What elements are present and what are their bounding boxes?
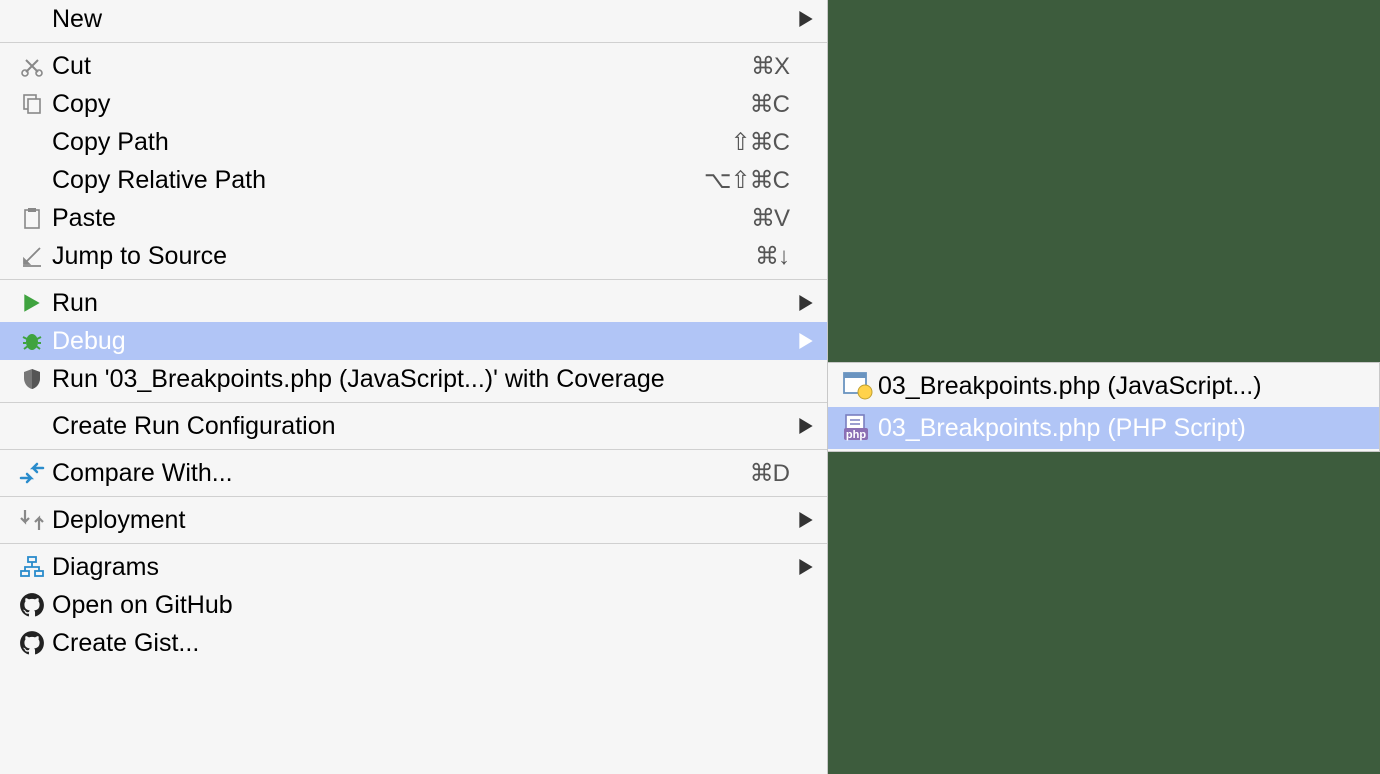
github-icon — [12, 630, 52, 656]
edit-icon — [12, 244, 52, 268]
submenu-arrow-icon — [789, 295, 813, 311]
browser-js-icon — [838, 372, 878, 400]
submenu-arrow-icon — [789, 333, 813, 349]
menu-item-debug[interactable]: Debug — [0, 322, 827, 360]
menu-item-copy-path[interactable]: Copy Path ⇧⌘C — [0, 123, 827, 161]
menu-item-label: New — [52, 5, 789, 34]
copy-icon — [12, 92, 52, 116]
menu-item-shortcut: ⌥⇧⌘C — [704, 166, 789, 195]
menu-item-label: Diagrams — [52, 553, 789, 582]
menu-item-new[interactable]: New — [0, 0, 827, 38]
submenu-arrow-icon — [789, 512, 813, 528]
cut-icon — [12, 54, 52, 78]
menu-separator — [0, 38, 827, 47]
menu-item-diagrams[interactable]: Diagrams — [0, 548, 827, 586]
menu-item-label: Copy Path — [52, 128, 723, 157]
menu-item-cut[interactable]: Cut ⌘X — [0, 47, 827, 85]
debug-icon — [12, 329, 52, 353]
menu-separator — [0, 539, 827, 548]
menu-item-label: Run — [52, 289, 789, 318]
menu-separator — [0, 398, 827, 407]
debug-submenu: 03_Breakpoints.php (JavaScript...) php 0… — [828, 362, 1380, 452]
submenu-arrow-icon — [789, 559, 813, 575]
github-icon — [12, 592, 52, 618]
paste-icon — [12, 206, 52, 230]
menu-item-run-with-coverage[interactable]: Run '03_Breakpoints.php (JavaScript...)'… — [0, 360, 827, 398]
menu-item-shortcut: ⌘C — [750, 90, 789, 119]
menu-item-label: Create Gist... — [52, 629, 789, 658]
compare-icon — [12, 462, 52, 484]
menu-item-label: Copy Relative Path — [52, 166, 696, 195]
menu-item-label: Deployment — [52, 506, 789, 535]
menu-item-label: Copy — [52, 90, 742, 119]
menu-item-label: Compare With... — [52, 459, 742, 488]
submenu-arrow-icon — [789, 418, 813, 434]
menu-item-label: Run '03_Breakpoints.php (JavaScript...)'… — [52, 365, 789, 394]
submenu-item-label: 03_Breakpoints.php (PHP Script) — [878, 414, 1365, 443]
menu-item-copy-relative-path[interactable]: Copy Relative Path ⌥⇧⌘C — [0, 161, 827, 199]
menu-item-paste[interactable]: Paste ⌘V — [0, 199, 827, 237]
menu-item-shortcut: ⌘V — [751, 204, 789, 233]
menu-item-jump-to-source[interactable]: Jump to Source ⌘↓ — [0, 237, 827, 275]
menu-item-shortcut: ⇧⌘C — [731, 128, 789, 157]
menu-item-label: Jump to Source — [52, 242, 747, 271]
context-menu: New Cut ⌘X Copy ⌘C Copy Path ⇧⌘C Copy Re… — [0, 0, 828, 774]
menu-item-label: Create Run Configuration — [52, 412, 789, 441]
menu-item-shortcut: ⌘↓ — [755, 242, 789, 271]
menu-separator — [0, 275, 827, 284]
menu-item-compare-with[interactable]: Compare With... ⌘D — [0, 454, 827, 492]
deployment-icon — [12, 508, 52, 532]
menu-item-label: Open on GitHub — [52, 591, 789, 620]
menu-item-create-gist[interactable]: Create Gist... — [0, 624, 827, 662]
menu-item-open-on-github[interactable]: Open on GitHub — [0, 586, 827, 624]
menu-item-deployment[interactable]: Deployment — [0, 501, 827, 539]
diagrams-icon — [12, 555, 52, 579]
run-icon — [12, 292, 52, 314]
svg-text:php: php — [846, 429, 866, 441]
menu-item-shortcut: ⌘X — [751, 52, 789, 81]
submenu-item-php-config[interactable]: php 03_Breakpoints.php (PHP Script) — [828, 407, 1379, 449]
menu-item-label: Paste — [52, 204, 743, 233]
menu-item-copy[interactable]: Copy ⌘C — [0, 85, 827, 123]
menu-item-create-run-configuration[interactable]: Create Run Configuration — [0, 407, 827, 445]
php-file-icon: php — [838, 414, 878, 442]
menu-item-shortcut: ⌘D — [750, 459, 789, 488]
menu-item-label: Cut — [52, 52, 743, 81]
submenu-arrow-icon — [789, 11, 813, 27]
menu-separator — [0, 445, 827, 454]
submenu-item-label: 03_Breakpoints.php (JavaScript...) — [878, 372, 1365, 401]
menu-item-label: Debug — [52, 327, 789, 356]
menu-item-run[interactable]: Run — [0, 284, 827, 322]
coverage-icon — [12, 367, 52, 391]
menu-separator — [0, 492, 827, 501]
submenu-item-js-config[interactable]: 03_Breakpoints.php (JavaScript...) — [828, 365, 1379, 407]
